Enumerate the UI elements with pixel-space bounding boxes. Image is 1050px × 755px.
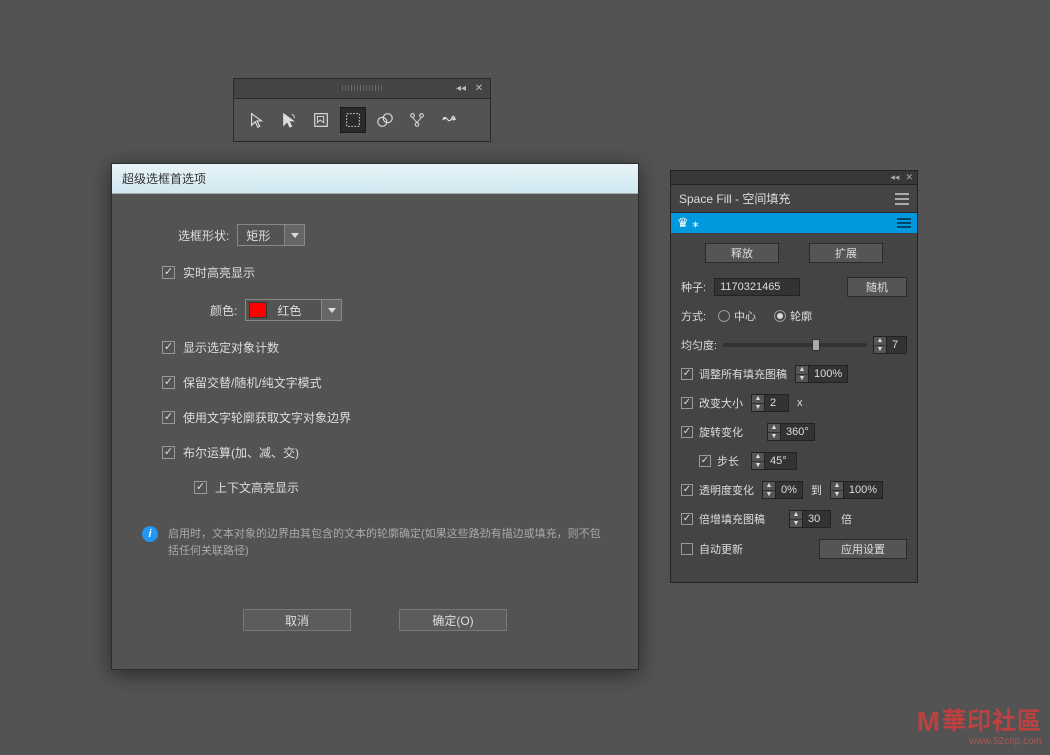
direct-selection-tool[interactable] <box>276 107 302 133</box>
tools-row <box>234 99 490 141</box>
ok-button[interactable]: 确定(O) <box>399 609 507 631</box>
seed-label: 种子: <box>681 279 706 295</box>
rotate-stepper[interactable]: ▲▼ 360° <box>767 423 815 441</box>
resize-all-label: 调整所有填充图稿 <box>699 366 787 382</box>
mode-outline-radio[interactable] <box>774 310 786 322</box>
keep-mode-label: 保留交替/随机/纯文字模式 <box>183 374 322 391</box>
color-label: 颜色: <box>210 302 237 319</box>
multiply-label: 倍增填充图稿 <box>699 511 765 527</box>
resize-all-stepper[interactable]: ▲▼ 100% <box>795 365 848 383</box>
rotate-label: 旋转变化 <box>699 424 743 440</box>
uniformity-label: 均匀度: <box>681 337 717 353</box>
mode-label: 方式: <box>681 308 706 324</box>
opacity-checkbox[interactable] <box>681 484 693 496</box>
cancel-button[interactable]: 取消 <box>243 609 351 631</box>
seed-input[interactable]: 1170321465 <box>714 278 800 296</box>
shape-tool[interactable] <box>372 107 398 133</box>
marquee-tool[interactable] <box>340 107 366 133</box>
text-outline-checkbox[interactable] <box>162 411 175 424</box>
change-size-label: 改变大小 <box>699 395 743 411</box>
space-fill-panel: ◂◂ ✕ Space Fill - 空间填充 ♛ ⁎ 释放 扩展 种子: 117… <box>670 170 918 583</box>
release-button[interactable]: 释放 <box>705 243 779 263</box>
panel-titlebar[interactable]: Space Fill - 空间填充 <box>671 185 917 213</box>
multiply-unit: 倍 <box>841 511 852 527</box>
close-icon[interactable]: ✕ <box>905 172 913 183</box>
opacity-to-label: 到 <box>811 482 822 498</box>
apply-button[interactable]: 应用设置 <box>819 539 907 559</box>
panel-hamburger-icon[interactable] <box>897 218 911 228</box>
opacity-from-stepper[interactable]: ▲▼ 0% <box>762 481 803 499</box>
opacity-to-stepper[interactable]: ▲▼ 100% <box>830 481 883 499</box>
expand-button[interactable]: 扩展 <box>809 243 883 263</box>
lasso-tool[interactable] <box>308 107 334 133</box>
dialog-title[interactable]: 超级选框首选项 <box>112 164 638 194</box>
tools-panel-header[interactable]: ◂◂ ✕ <box>234 79 490 99</box>
multiply-stepper[interactable]: ▲▼ 30 <box>789 510 831 528</box>
spiral-tool[interactable] <box>436 107 462 133</box>
panel-accent-bar: ♛ ⁎ <box>671 213 917 233</box>
panel-menu-icon[interactable] <box>895 193 909 205</box>
panel-title-text: Space Fill - 空间填充 <box>679 190 790 207</box>
crown-icon: ♛ ⁎ <box>677 215 699 231</box>
step-label: 步长 <box>717 453 739 469</box>
collapse-icon[interactable]: ◂◂ <box>454 82 468 96</box>
context-highlight-label: 上下文高亮显示 <box>215 479 299 496</box>
shape-label: 选框形状: <box>178 227 229 244</box>
color-swatch <box>249 302 267 318</box>
uniformity-slider[interactable] <box>723 343 867 347</box>
realtime-highlight-checkbox[interactable] <box>162 266 175 279</box>
keep-mode-checkbox[interactable] <box>162 376 175 389</box>
path-tool[interactable] <box>404 107 430 133</box>
auto-update-label: 自动更新 <box>699 541 743 557</box>
step-checkbox[interactable] <box>699 455 711 467</box>
realtime-highlight-label: 实时高亮显示 <box>183 264 255 281</box>
change-size-checkbox[interactable] <box>681 397 693 409</box>
mode-outline-label: 轮廓 <box>790 308 812 324</box>
boolean-checkbox[interactable] <box>162 446 175 459</box>
step-stepper[interactable]: ▲▼ 45° <box>751 452 797 470</box>
info-icon: i <box>142 526 158 542</box>
text-outline-label: 使用文字轮廓获取文字对象边界 <box>183 409 351 426</box>
context-highlight-checkbox[interactable] <box>194 481 207 494</box>
selection-tool[interactable] <box>244 107 270 133</box>
chevron-down-icon <box>321 300 341 320</box>
rotate-checkbox[interactable] <box>681 426 693 438</box>
show-count-label: 显示选定对象计数 <box>183 339 279 356</box>
change-size-unit: x <box>797 397 803 409</box>
random-button[interactable]: 随机 <box>847 277 907 297</box>
resize-all-checkbox[interactable] <box>681 368 693 380</box>
color-select[interactable]: 红色 <box>245 299 342 321</box>
change-size-stepper[interactable]: ▲▼ 2 <box>751 394 789 412</box>
uniformity-stepper[interactable]: ▲▼ 7 <box>873 336 907 354</box>
collapse-icon[interactable]: ◂◂ <box>890 172 899 183</box>
boolean-label: 布尔运算(加、减、交) <box>183 444 299 461</box>
close-icon[interactable]: ✕ <box>472 82 486 96</box>
opacity-label: 透明度变化 <box>699 482 754 498</box>
mode-center-label: 中心 <box>734 308 756 324</box>
multiply-checkbox[interactable] <box>681 513 693 525</box>
shape-select[interactable]: 矩形 <box>237 224 305 246</box>
watermark: M華印社區 www.52cnp.com <box>917 701 1042 747</box>
mode-center-radio[interactable] <box>718 310 730 322</box>
preferences-dialog: 超级选框首选项 选框形状: 矩形 实时高亮显示 颜色: 红色 显示选定对象计数 <box>111 163 639 670</box>
auto-update-checkbox[interactable] <box>681 543 693 555</box>
tools-panel: ◂◂ ✕ <box>233 78 491 142</box>
show-count-checkbox[interactable] <box>162 341 175 354</box>
panel-tabbar[interactable]: ◂◂ ✕ <box>670 170 918 184</box>
chevron-down-icon <box>284 225 304 245</box>
info-text: 启用时，文本对象的边界由其包含的文本的轮廓确定(如果这些路劲有描边或填充，则不包… <box>168 526 608 559</box>
